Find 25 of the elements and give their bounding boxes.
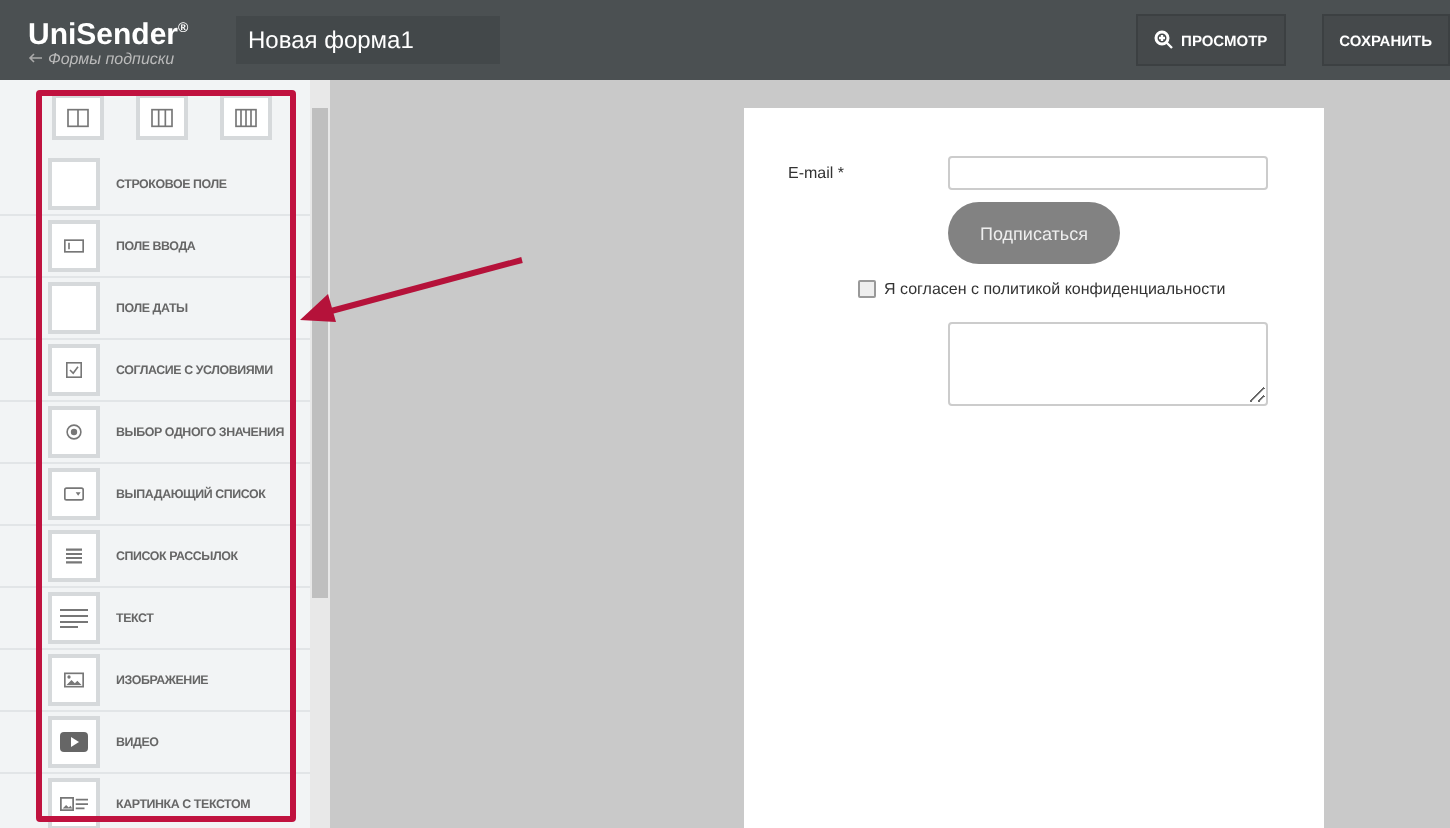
logo: UniSender$^{®}$ (28, 15, 191, 49)
subscribe-button[interactable]: Подписаться (948, 202, 1120, 264)
image-icon (64, 672, 84, 688)
column-layout-button[interactable] (220, 94, 272, 140)
video-play-icon (60, 732, 88, 752)
columns-icon (150, 107, 174, 127)
list-icon (64, 548, 84, 564)
back-arrow-icon (28, 52, 44, 64)
columns-icon (234, 107, 258, 127)
column-layout-button[interactable] (52, 94, 104, 140)
email-label: E-mail * (788, 164, 847, 182)
radio-icon (64, 424, 84, 440)
input-icon (64, 238, 84, 254)
text-lines-icon (60, 608, 88, 628)
dropdown-icon (64, 486, 84, 502)
columns-icon (66, 107, 90, 127)
checkbox-icon (64, 362, 84, 378)
zoom-icon (1153, 30, 1174, 50)
back-link[interactable]: Формы подписки (28, 49, 208, 67)
image-text-icon (60, 794, 88, 814)
form-name-field[interactable]: Новая форма1 (236, 16, 500, 64)
scrollbar[interactable] (310, 80, 330, 828)
column-layout-button[interactable] (136, 94, 188, 140)
consent-checkbox[interactable]: Я согласен с политикой конфиденциальности (744, 280, 1324, 298)
email-field[interactable] (948, 156, 1268, 190)
